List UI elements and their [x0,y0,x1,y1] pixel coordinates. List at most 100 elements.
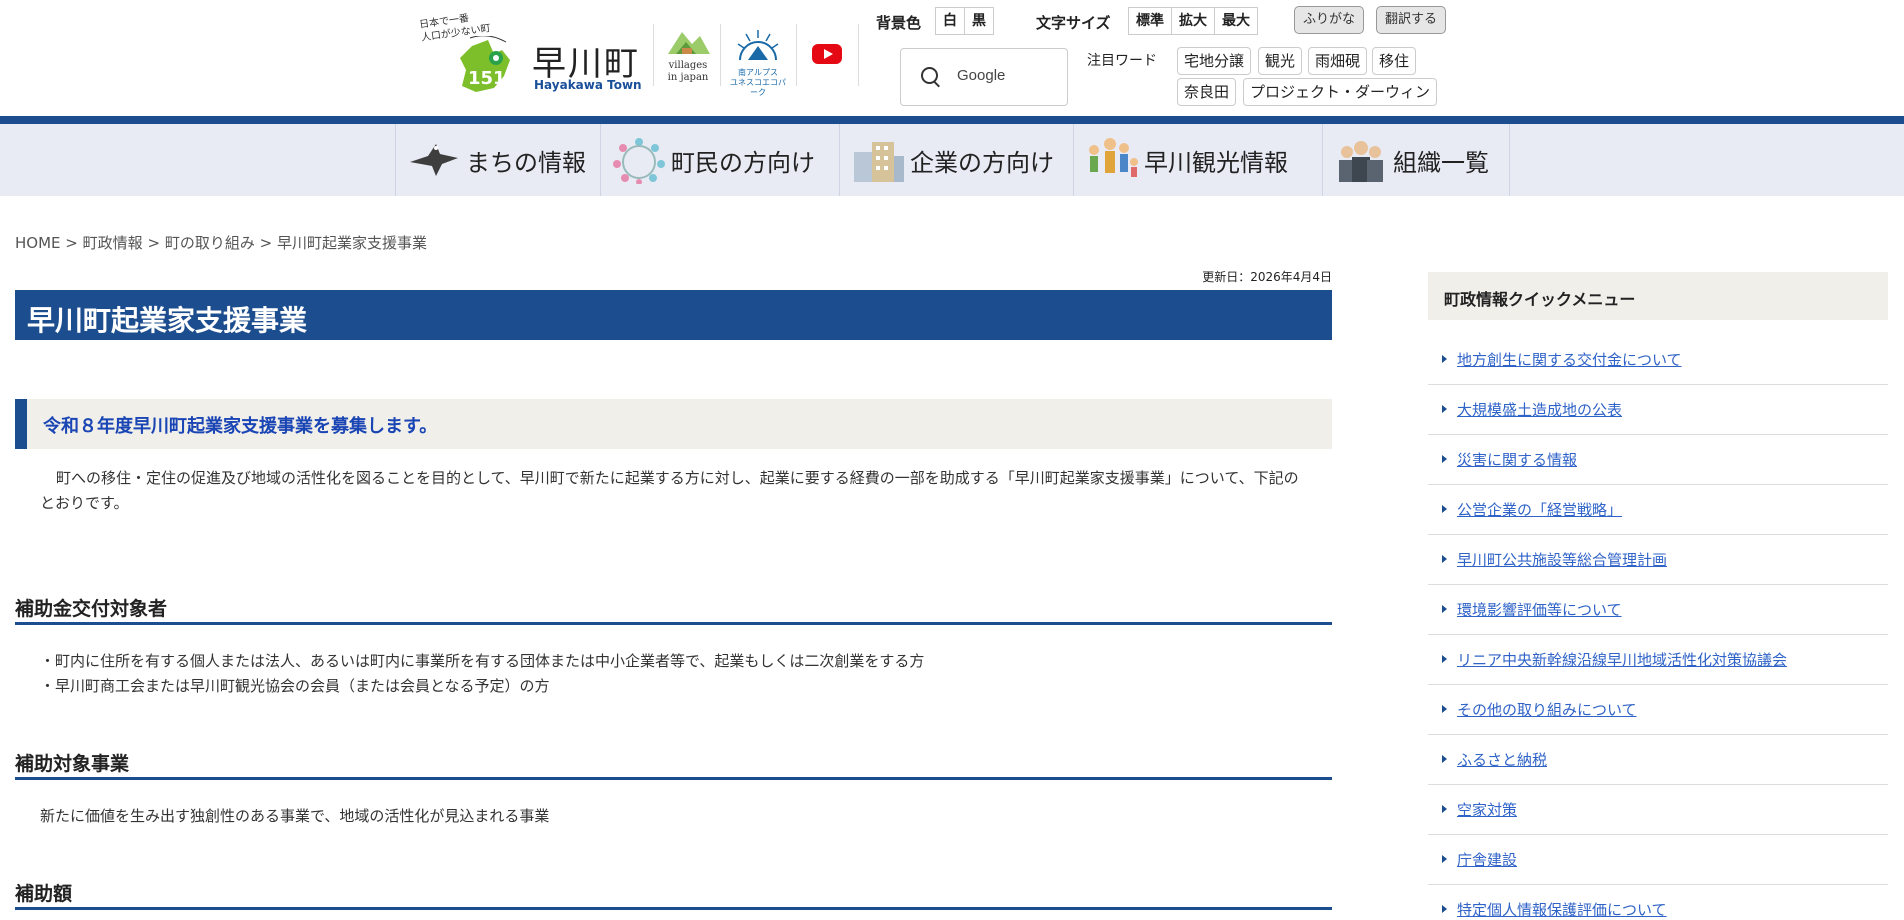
nav-item-residents[interactable]: 町民の方向け [600,124,840,196]
sidebar-link[interactable]: 空家対策 [1457,799,1517,820]
sidebar-item[interactable]: ふるさと納税 [1428,734,1888,785]
arrow-right-icon [1442,905,1447,913]
sidebar-link[interactable]: 地方創生に関する交付金について [1457,349,1682,370]
list-item: ・早川町商工会または早川町観光協会の会員（または会員となる予定）の方 [40,677,550,695]
nav-item-organization[interactable]: 組織一覧 [1322,124,1510,196]
minami-alps-ecopark-link[interactable]: 南アルプス ユネスコエコパーク [728,24,788,97]
ecopark-text: 南アルプス ユネスコエコパーク [730,68,786,97]
nav-item-town-info[interactable]: まちの情報 [395,124,601,196]
sidebar-item[interactable]: 早川町公共施設等総合管理計画 [1428,534,1888,585]
arrow-right-icon [1442,855,1447,863]
youtube-icon[interactable] [812,44,842,64]
mountain-village-icon [668,32,710,54]
sidebar-item[interactable]: その他の取り組みについて [1428,684,1888,735]
sidebar-link[interactable]: 早川町公共施設等総合管理計画 [1457,549,1667,570]
breadcrumb-link-government[interactable]: 町政情報 [83,234,143,252]
nav-item-business[interactable]: 企業の方向け [839,124,1074,196]
breadcrumb: HOME > 町政情報 > 町の取り組み > 早川町起業家支援事業 [15,232,427,253]
bg-black-button[interactable]: 黒 [965,8,993,34]
keyword-tag[interactable]: 観光 [1258,47,1303,75]
ecopark-sun-icon [737,30,779,61]
sidebar-link[interactable]: 特定個人情報保護評価について [1457,899,1667,920]
sidebar-item[interactable]: 庁舎建設 [1428,834,1888,885]
keyword-tag[interactable]: 雨畑硯 [1308,47,1368,75]
font-standard-button[interactable]: 標準 [1129,8,1172,34]
arrow-right-icon [1442,355,1447,363]
sidebar-item[interactable]: 公営企業の「経営戦略」 [1428,484,1888,535]
sidebar-item[interactable]: 災害に関する情報 [1428,434,1888,485]
building-icon [854,142,904,182]
subheading-text: 補助対象事業 [15,753,130,775]
sidebar-item[interactable]: 環境影響評価等について [1428,584,1888,635]
arrow-right-icon [1442,455,1447,463]
arrow-right-icon [1442,755,1447,763]
sidebar-link[interactable]: 庁舎建設 [1457,849,1517,870]
family-icon [1089,138,1138,177]
nav-label: 組織一覧 [1393,148,1489,177]
sidebar-item[interactable]: 空家対策 [1428,784,1888,835]
header-divider [720,24,721,86]
nav-label: 町民の方向け [671,148,815,177]
search-box[interactable]: Google [900,48,1068,106]
header-divider [796,24,797,86]
global-nav: まちの情報 町民の方向け 企業の方向け 早川観光情報 組織一覧 [0,124,1904,196]
keyword-tag[interactable]: プロジェクト・ダーウィン [1243,78,1438,106]
section-heading-bar: 令和８年度早川町起業家支援事業を募集します。 [15,399,1332,449]
town-map-logo-icon: 151 [460,36,510,92]
site-logo[interactable]: 日本で一番 人口が少ない町 151 早川町 Hayakawa Town [418,10,643,96]
sidebar-link[interactable]: 公営企業の「経営戦略」 [1457,499,1622,520]
logo-town-name-en: Hayakawa Town [534,78,642,92]
sidebar-item[interactable]: 地方創生に関する交付金について [1428,334,1888,385]
keyword-tag[interactable]: 奈良田 [1177,78,1237,106]
sidebar-item[interactable]: リニア中央新幹線沿線早川地域活性化対策協議会 [1428,634,1888,685]
arrow-right-icon [1442,605,1447,613]
sidebar-link[interactable]: 環境影響評価等について [1457,599,1622,620]
bg-color-label: 背景色 [876,14,922,32]
breadcrumb-separator: > [147,234,161,252]
arrow-right-icon [1442,505,1447,513]
breadcrumb-separator: > [259,234,273,252]
nav-item-tourism[interactable]: 早川観光情報 [1073,124,1323,196]
subheading-eligible: 補助金交付対象者 [15,592,1332,625]
arrow-right-icon [1442,405,1447,413]
subheading-amount: 補助額 [15,877,1332,910]
sidebar-link[interactable]: リニア中央新幹線沿線早川地域活性化対策協議会 [1457,649,1787,670]
sidebar-item[interactable]: 大規模盛土造成地の公表 [1428,384,1888,435]
breadcrumb-separator: > [65,234,78,252]
arrow-right-icon [1442,655,1447,663]
font-size-label: 文字サイズ [1036,14,1111,32]
svg-text:151: 151 [468,68,506,89]
intro-paragraph: 町への移住・定住の促進及び地域の活性化を図ることを目的として、早川町で新たに起業… [40,469,1299,512]
sidebar-heading: 町政情報クイックメニュー [1444,290,1636,309]
subheading-target-projects: 補助対象事業 [15,747,1332,780]
sidebar-link[interactable]: その他の取り組みについて [1457,699,1637,720]
keyword-tag[interactable]: 移住 [1372,47,1417,75]
sidebar-link[interactable]: ふるさと納税 [1457,749,1547,770]
keyword-tag[interactable]: 宅地分譲 [1177,47,1252,75]
people-circle-icon [613,138,665,184]
translate-button[interactable]: 翻訳する [1376,6,1447,34]
breadcrumb-link-initiatives[interactable]: 町の取り組み [165,234,255,252]
font-large-button[interactable]: 拡大 [1172,8,1215,34]
updated-date: 更新日：2026年4月4日 [1202,270,1332,284]
furigana-button[interactable]: ふりがな [1294,6,1365,34]
arrow-right-icon [1442,705,1447,713]
sidebar-link[interactable]: 災害に関する情報 [1457,449,1577,470]
arrow-right-icon [1442,805,1447,813]
page-title-bar: 早川町起業家支援事業 [15,290,1332,340]
arrow-right-icon [1442,555,1447,563]
nav-top-border [0,116,1904,124]
header-divider [858,24,859,86]
search-input[interactable]: Google [957,67,1005,84]
font-size-toggle: 標準 拡大 最大 [1128,7,1258,35]
breadcrumb-link-home[interactable]: HOME [15,234,61,252]
font-max-button[interactable]: 最大 [1215,8,1257,34]
list-item: ・町内に住所を有する個人または法人、あるいは町内に事業所を有する団体または中小企… [40,652,925,670]
subheading-text: 補助額 [15,883,73,905]
villages-in-japan-link[interactable]: villages in japan [662,24,714,86]
bg-white-button[interactable]: 白 [936,8,965,34]
sidebar-link[interactable]: 大規模盛土造成地の公表 [1457,399,1622,420]
villages-in-japan-text: villages in japan [667,60,709,83]
sidebar-item[interactable]: 特定個人情報保護評価について [1428,884,1888,919]
page-title: 早川町起業家支援事業 [27,304,308,337]
